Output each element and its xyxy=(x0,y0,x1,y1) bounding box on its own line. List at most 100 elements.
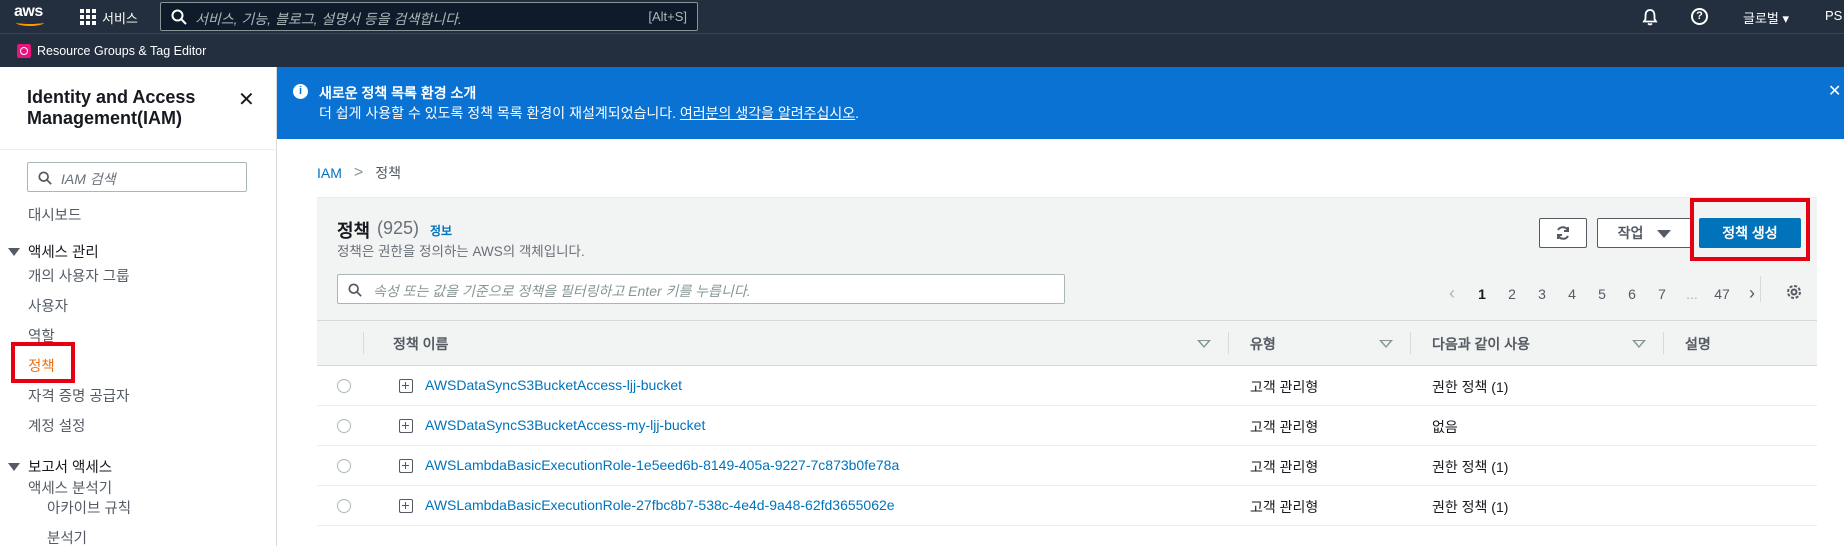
info-icon: i xyxy=(293,84,308,99)
policy-type: 고객 관리형 xyxy=(1250,499,1319,515)
policy-type: 고객 관리형 xyxy=(1250,419,1319,435)
policy-name-link[interactable]: AWSDataSyncS3BucketAccess-my-ljj-bucket xyxy=(425,417,705,433)
column-divider xyxy=(1228,332,1229,354)
iam-search-placeholder: IAM 검색 xyxy=(61,171,116,187)
iam-search-input[interactable]: IAM 검색 xyxy=(27,162,247,192)
policy-filter-input[interactable]: 속성 또는 값을 기준으로 정책을 필터링하고 Enter 키를 누릅니다. xyxy=(337,274,1065,304)
services-menu[interactable]: 서비스 xyxy=(80,8,138,26)
expand-icon[interactable] xyxy=(399,499,413,513)
column-divider xyxy=(1663,332,1664,354)
column-header-policy-name[interactable]: 정책 이름 xyxy=(393,334,448,354)
resource-groups-link[interactable]: Resource Groups & Tag Editor xyxy=(17,44,206,58)
bell-icon[interactable] xyxy=(1642,8,1658,26)
page-2[interactable]: 2 xyxy=(1497,286,1527,302)
search-icon xyxy=(38,171,52,185)
help-icon[interactable]: ? xyxy=(1691,8,1708,25)
services-label: 서비스 xyxy=(102,10,138,26)
sidebar-section-access-management[interactable]: 액세스 관리 xyxy=(8,241,99,262)
sidebar-section-access-reports[interactable]: 보고서 액세스 xyxy=(8,456,112,477)
caret-down-icon xyxy=(1657,230,1672,239)
banner-body: 더 쉽게 사용할 수 있도록 정책 목록 환경이 재설계되었습니다. 여러분의 … xyxy=(319,103,859,123)
row-radio[interactable] xyxy=(337,499,351,513)
column-divider xyxy=(363,332,364,354)
refresh-icon xyxy=(1557,226,1569,240)
table-header: 정책 이름 유형 다음과 같이 사용 설명 xyxy=(317,320,1817,366)
page-4[interactable]: 4 xyxy=(1557,286,1587,302)
close-icon[interactable]: ✕ xyxy=(238,87,255,112)
sidebar-item-archive-rules[interactable]: 아카이브 규칙 xyxy=(47,497,131,518)
global-search-input[interactable]: 서비스, 기능, 블로그, 설명서 등을 검색합니다. [Alt+S] xyxy=(160,2,698,31)
sidebar: Identity and Access Management(IAM) ✕ IA… xyxy=(0,67,277,548)
feedback-link[interactable]: 여러분의 생각을 알려주십시오 xyxy=(680,105,855,121)
sidebar-item-user-groups[interactable]: 개의 사용자 그룹 xyxy=(28,265,129,286)
page-7[interactable]: 7 xyxy=(1647,286,1677,302)
table-row[interactable]: AWSLambdaBasicExecutionRole-27fbc8b7-538… xyxy=(317,486,1817,526)
page-47[interactable]: 47 xyxy=(1707,286,1737,302)
policy-used-as: 없음 xyxy=(1432,419,1458,435)
table-row[interactable]: AWSDataSyncS3BucketAccess-ljj-bucket 고객 … xyxy=(317,366,1817,406)
aws-logo[interactable]: aws xyxy=(14,4,50,28)
gear-icon[interactable] xyxy=(1785,283,1803,301)
region-selector[interactable]: 글로벌 ▾ xyxy=(1743,8,1789,27)
expand-icon[interactable] xyxy=(399,459,413,473)
chevron-left-icon[interactable]: ‹ xyxy=(1437,283,1467,304)
actions-button[interactable]: 작업 xyxy=(1597,218,1692,248)
column-header-used-as[interactable]: 다음과 같이 사용 xyxy=(1432,334,1530,354)
sidebar-title: Identity and Access Management(IAM) xyxy=(27,87,196,128)
sort-caret-icon[interactable] xyxy=(1379,340,1393,348)
expand-icon[interactable] xyxy=(399,419,413,433)
sidebar-item-identity-providers[interactable]: 자격 증명 공급자 xyxy=(28,385,129,406)
search-icon xyxy=(348,283,362,297)
row-radio[interactable] xyxy=(337,419,351,433)
chevron-right-icon[interactable]: › xyxy=(1737,283,1767,304)
sidebar-item-account-settings[interactable]: 계정 설정 xyxy=(28,415,85,436)
panel-header: 정책 (925) 정보 정책은 권한을 정의하는 AWS의 객체입니다. 작업 … xyxy=(317,198,1817,320)
table-row[interactable]: AWSLambdaBasicExecutionRole-1e5eed6b-814… xyxy=(317,446,1817,486)
banner-title: 새로운 정책 목록 환경 소개 xyxy=(319,85,477,101)
breadcrumb-iam[interactable]: IAM xyxy=(317,165,342,181)
top-navigation: aws 서비스 서비스, 기능, 블로그, 설명서 등을 검색합니다. [Alt… xyxy=(0,0,1844,33)
expand-icon[interactable] xyxy=(399,379,413,393)
sidebar-item-dashboard[interactable]: 대시보드 xyxy=(28,204,81,225)
sidebar-item-access-analyzer[interactable]: 액세스 분석기 xyxy=(28,477,112,498)
column-header-description[interactable]: 설명 xyxy=(1685,334,1711,354)
row-radio[interactable] xyxy=(337,379,351,393)
breadcrumb-current: 정책 xyxy=(375,165,401,181)
section-header-label: 액세스 관리 xyxy=(28,245,99,261)
page-5[interactable]: 5 xyxy=(1587,286,1617,302)
page-ellipsis: ... xyxy=(1686,285,1698,302)
column-header-type[interactable]: 유형 xyxy=(1250,334,1276,354)
section-header-label: 보고서 액세스 xyxy=(28,460,113,476)
highlight-box-create-policy xyxy=(1690,198,1810,261)
policy-name-link[interactable]: AWSLambdaBasicExecutionRole-27fbc8b7-538… xyxy=(425,497,895,513)
info-link[interactable]: 정보 xyxy=(430,222,452,239)
page-3[interactable]: 3 xyxy=(1527,286,1557,302)
policies-panel: 정책 (925) 정보 정책은 권한을 정의하는 AWS의 객체입니다. 작업 … xyxy=(317,198,1817,546)
resource-groups-icon xyxy=(17,44,31,58)
resource-groups-label: Resource Groups & Tag Editor xyxy=(37,44,207,58)
sidebar-item-analyzers[interactable]: 분석기 xyxy=(47,527,87,548)
caret-down-icon xyxy=(8,462,20,471)
sidebar-divider xyxy=(0,149,277,150)
account-menu[interactable]: PS xyxy=(1825,8,1842,23)
policy-name-link[interactable]: AWSDataSyncS3BucketAccess-ljj-bucket xyxy=(425,377,682,393)
table-row[interactable]: AWSDataSyncS3BucketAccess-my-ljj-bucket … xyxy=(317,406,1817,446)
filter-placeholder: 속성 또는 값을 기준으로 정책을 필터링하고 Enter 키를 누릅니다. xyxy=(373,283,751,299)
sort-caret-icon[interactable] xyxy=(1632,340,1646,348)
sort-caret-icon[interactable] xyxy=(1197,340,1211,348)
highlight-box-policies-nav xyxy=(11,342,75,383)
actions-label: 작업 xyxy=(1617,225,1644,241)
search-placeholder: 서비스, 기능, 블로그, 설명서 등을 검색합니다. xyxy=(195,11,462,27)
close-icon[interactable]: ✕ xyxy=(1828,81,1841,101)
refresh-button[interactable] xyxy=(1539,218,1587,248)
policy-name-link[interactable]: AWSLambdaBasicExecutionRole-1e5eed6b-814… xyxy=(425,457,899,473)
info-banner: i 새로운 정책 목록 환경 소개 더 쉽게 사용할 수 있도록 정책 목록 환… xyxy=(277,67,1844,139)
row-radio[interactable] xyxy=(337,459,351,473)
aws-logo-text: aws xyxy=(14,3,43,20)
sidebar-item-users[interactable]: 사용자 xyxy=(28,295,68,316)
page-6[interactable]: 6 xyxy=(1617,286,1647,302)
page-1[interactable]: 1 xyxy=(1467,286,1497,302)
banner-link-suffix: . xyxy=(855,105,860,121)
policy-used-as: 권한 정책 (1) xyxy=(1432,379,1509,395)
policy-count: (925) xyxy=(377,218,420,238)
